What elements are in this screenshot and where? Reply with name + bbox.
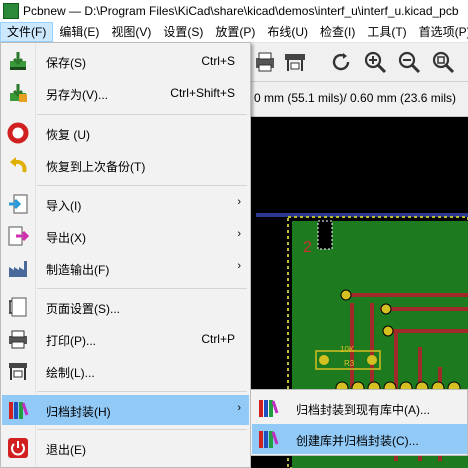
menu-item-save-as[interactable]: 另存为(V)... Ctrl+Shift+S [2,78,249,108]
component-value-label: 10K [340,345,355,354]
menu-item-label: 导出(X) [46,231,86,245]
menu-item-shortcut: Ctrl+S [201,54,235,68]
menu-item-revert[interactable]: 恢复 (U) [2,118,249,148]
menu-item-import[interactable]: 导入(I) › [2,189,249,219]
menu-item-exit[interactable]: 退出(E) [2,433,249,463]
print-icon [9,330,27,349]
menu-separator [37,429,247,430]
menu-separator [37,185,247,186]
menu-item-archive-footprints[interactable]: 归档封装(H) › [2,395,249,425]
title-bar: Pcbnew — D:\Program Files\KiCad\share\ki… [0,0,468,22]
menu-setup[interactable]: 设置(S) [157,22,209,42]
menu-edit[interactable]: 编辑(E) [53,22,105,42]
layer-number-label: 2 [303,239,312,256]
menu-item-page-setup[interactable]: 页面设置(S)... [2,292,249,322]
submenu-item-create-library[interactable]: 创建库并归档封装(C)... [252,424,467,454]
menu-item-label: 导入(I) [46,199,82,213]
menu-item-save[interactable]: 保存(S) Ctrl+S [2,46,249,76]
export-icon [8,226,29,246]
plot-icon[interactable] [282,49,308,75]
submenu-item-archive-to-existing[interactable]: 归档封装到现有库中(A)... [252,393,467,423]
menu-item-label: 另存为(V)... [46,88,108,102]
window-title: Pcbnew — D:\Program Files\KiCad\share\ki… [23,4,459,18]
menu-separator [37,114,247,115]
zoom-fit-icon[interactable] [430,49,456,75]
zoom-in-icon[interactable] [362,49,388,75]
undo-arrow-icon [10,157,27,173]
submenu-arrow-icon: › [237,196,241,208]
menu-item-plot[interactable]: 绘制(L)... [2,356,249,386]
menu-tools[interactable]: 工具(T) [361,22,412,42]
revert-lifebuoy-icon [7,122,29,144]
factory-icon [9,261,27,277]
menu-route[interactable]: 布线(U) [261,22,314,42]
menu-item-label: 归档封装到现有库中(A)... [296,403,430,417]
submenu-arrow-icon: › [237,402,241,414]
menu-item-label: 保存(S) [46,56,86,70]
menu-preferences[interactable]: 首选项(P) [413,22,468,42]
menu-separator [37,288,247,289]
menu-item-label: 创建库并归档封装(C)... [296,434,419,448]
component-ref-label: R3 [344,359,355,368]
page-setup-icon [9,297,27,317]
print-icon[interactable] [252,49,278,75]
exit-power-icon [8,438,28,458]
menu-item-shortcut: Ctrl+Shift+S [170,86,235,100]
menu-item-label: 恢复到上次备份(T) [46,160,146,174]
menu-item-label: 归档封装(H) [46,405,111,419]
menu-item-label: 绘制(L)... [46,366,95,380]
menu-item-restore-backup[interactable]: 恢复到上次备份(T) [2,150,249,180]
menu-view[interactable]: 视图(V) [105,22,157,42]
submenu-arrow-icon: › [237,228,241,240]
menu-item-shortcut: Ctrl+P [201,332,235,346]
menu-item-fab-outputs[interactable]: 制造输出(F) › [2,253,249,283]
menu-inspect[interactable]: 检查(I) [314,22,361,42]
menu-place[interactable]: 放置(P) [209,22,261,42]
menu-item-label: 打印(P)... [46,334,96,348]
plot-icon [9,363,27,380]
menu-file[interactable]: 文件(F) [0,22,54,42]
menu-item-label: 退出(E) [46,443,86,457]
menu-separator [37,391,247,392]
menu-item-label: 页面设置(S)... [46,302,120,316]
redraw-icon[interactable] [328,49,354,75]
archive-books-icon [259,400,279,417]
menu-item-export[interactable]: 导出(X) › [2,221,249,251]
archive-footprints-submenu: 归档封装到现有库中(A)... 创建库并归档封装(C)... [250,389,468,456]
submenu-arrow-icon: › [237,260,241,272]
menu-bar: 文件(F) 编辑(E) 视图(V) 设置(S) 放置(P) 布线(U) 检查(I… [0,22,468,43]
track-width-select[interactable]: 0 mm (55.1 mils)/ 0.60 mm (23.6 mils) [254,91,456,105]
pcbnew-app-icon [3,3,19,19]
save-icon [10,52,26,70]
archive-books-icon [259,431,279,448]
import-icon [9,194,28,214]
zoom-out-icon[interactable] [396,49,422,75]
file-menu-dropdown: 保存(S) Ctrl+S 另存为(V)... Ctrl+Shift+S 恢复 (… [0,42,251,468]
archive-books-icon [9,402,29,419]
save-as-icon [10,84,27,102]
menu-item-label: 恢复 (U) [46,128,90,142]
menu-item-label: 制造输出(F) [46,263,110,277]
menu-item-print[interactable]: 打印(P)... Ctrl+P [2,324,249,354]
